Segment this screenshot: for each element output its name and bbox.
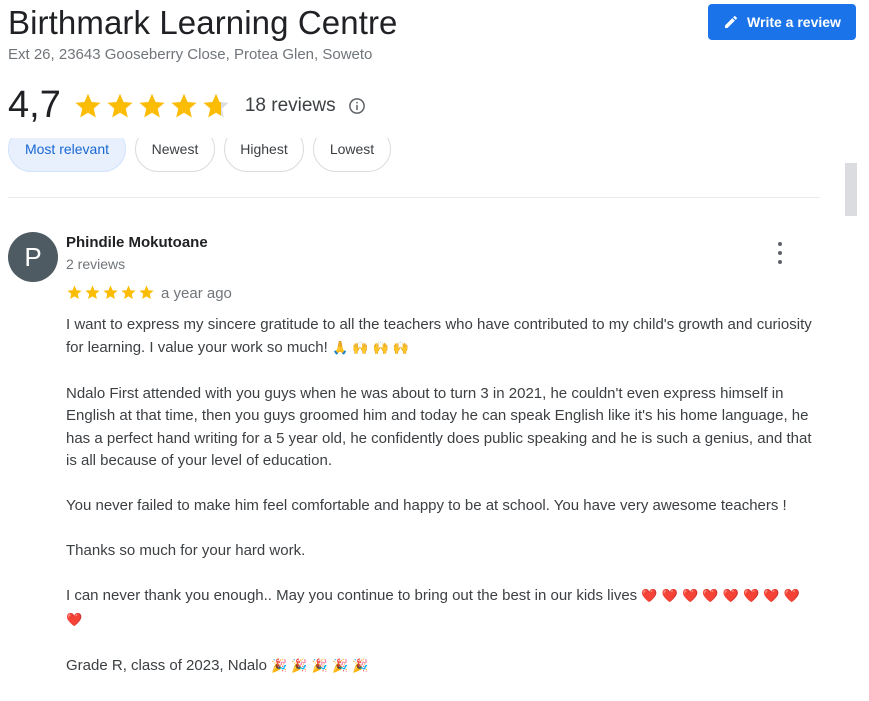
place-title: Birthmark Learning Centre: [8, 4, 398, 41]
review-paragraph: I want to express my sincere gratitude t…: [66, 316, 812, 356]
star-icon: [121, 285, 136, 299]
star-icon: [139, 285, 154, 299]
star-icon: [85, 285, 100, 299]
review-text: I want to express my sincere gratitude t…: [66, 314, 818, 701]
write-review-button[interactable]: Write a review: [708, 4, 856, 40]
star-icon: [107, 93, 133, 117]
review-date: a year ago: [161, 285, 232, 302]
pencil-icon: [725, 15, 738, 28]
review-paragraph: Grade R, class of 2023, Ndalo 🎉 🎉 🎉 🎉 🎉: [66, 656, 369, 674]
reviews-count[interactable]: 18 reviews: [245, 95, 336, 117]
review-paragraph: Ndalo First attended with you guys when …: [66, 384, 812, 470]
sort-chips: Most relevant Newest Highest Lowest: [8, 138, 828, 174]
star-icon: [171, 93, 197, 117]
star-icon: [103, 285, 118, 299]
review-paragraph: Thanks so much for your hard work.: [66, 542, 306, 559]
reviewer-name[interactable]: Phindile Mokutoane: [66, 234, 208, 251]
rating-summary: 4,7 18 reviews: [8, 84, 366, 127]
info-icon[interactable]: [348, 97, 366, 115]
write-review-label: Write a review: [747, 14, 841, 30]
review-paragraph: I can never thank you enough.. May you c…: [66, 587, 800, 628]
emoji-group: 🎉 🎉 🎉 🎉 🎉: [271, 658, 369, 674]
sort-chip-lowest[interactable]: Lowest: [313, 138, 391, 172]
sort-chip-most-relevant[interactable]: Most relevant: [8, 138, 126, 172]
more-options-icon[interactable]: [770, 242, 790, 264]
star-icon: [67, 285, 82, 299]
avatar[interactable]: P: [8, 232, 58, 282]
star-icon: [139, 93, 165, 117]
star-icon: [75, 93, 101, 117]
rating-value: 4,7: [8, 84, 61, 126]
star-icon: [203, 93, 229, 117]
rating-stars: [73, 91, 231, 121]
divider: [8, 197, 820, 198]
place-address: Ext 26, 23643 Gooseberry Close, Protea G…: [8, 46, 373, 63]
sort-chip-highest[interactable]: Highest: [224, 138, 304, 172]
emoji-group: 🙏 🙌 🙌 🙌: [331, 340, 410, 356]
reviewer-review-count: 2 reviews: [66, 256, 126, 272]
sort-chip-newest[interactable]: Newest: [135, 138, 215, 172]
review-stars: [66, 284, 155, 301]
review-paragraph: You never failed to make him feel comfor…: [66, 497, 787, 514]
scrollbar-thumb[interactable]: [845, 163, 857, 216]
